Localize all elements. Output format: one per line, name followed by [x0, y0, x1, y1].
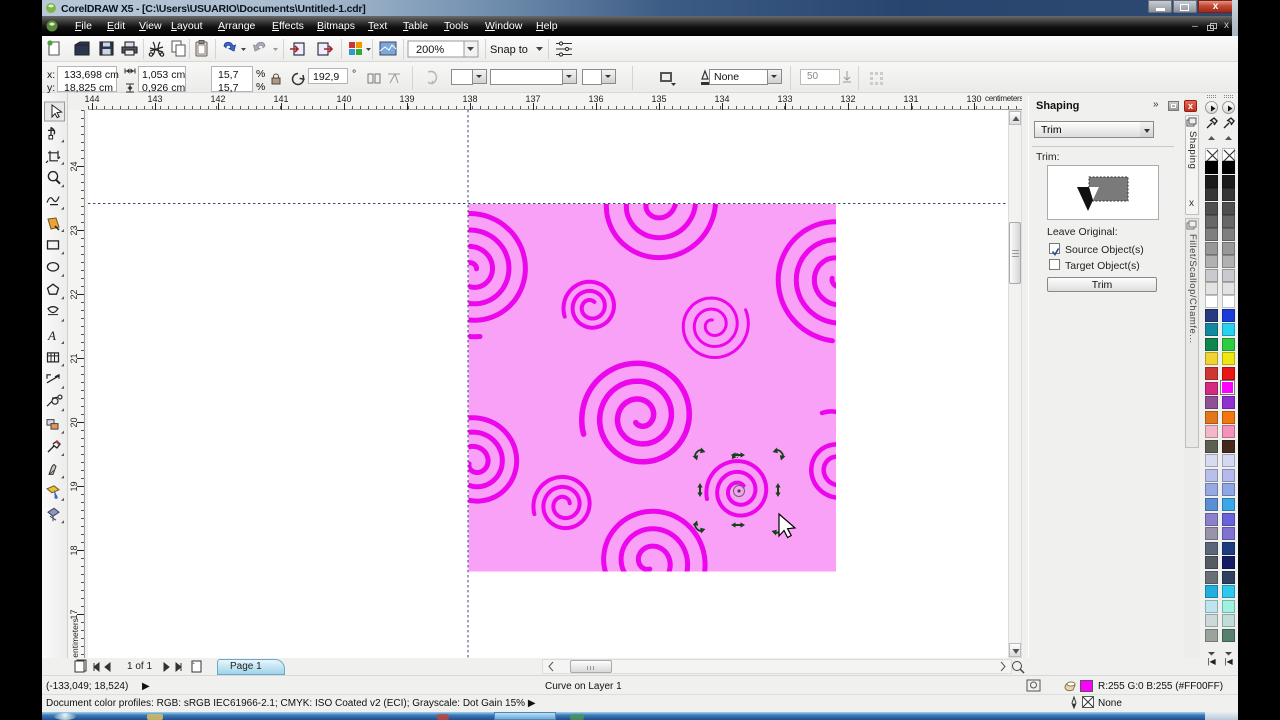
svg-text:Snap to: Snap to [490, 44, 528, 56]
svg-text:A: A [47, 328, 56, 343]
svg-text:200%: 200% [416, 44, 444, 56]
